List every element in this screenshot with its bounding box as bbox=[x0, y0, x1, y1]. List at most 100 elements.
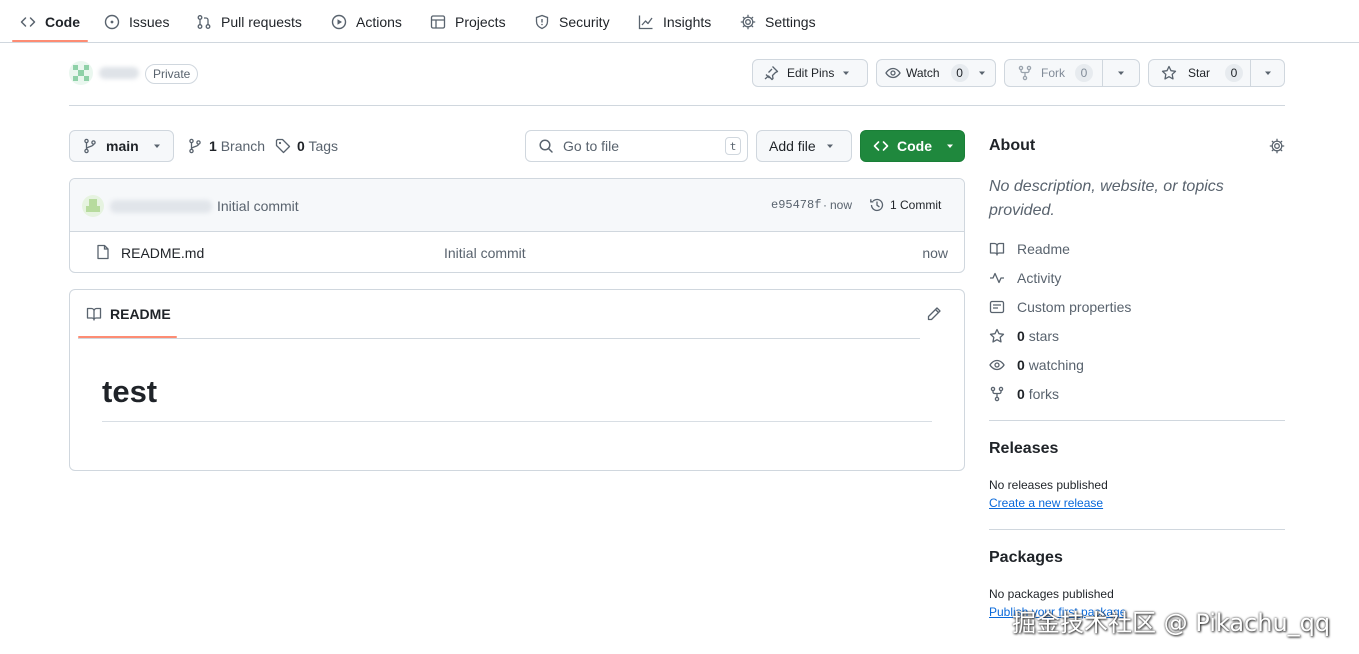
tab-label: Actions bbox=[356, 13, 402, 30]
readme-tab[interactable]: README bbox=[86, 306, 171, 322]
latest-commit-bar: Initial commit e95478f · now 1 Commit bbox=[70, 179, 964, 232]
tab-actions[interactable]: Actions bbox=[331, 0, 402, 43]
search-placeholder: Go to file bbox=[563, 138, 620, 154]
go-to-file-search[interactable]: Go to file t bbox=[525, 130, 748, 162]
committer-avatar[interactable] bbox=[82, 195, 104, 217]
star-button[interactable]: Star 0 bbox=[1149, 64, 1250, 82]
file-name-link[interactable]: README.md bbox=[121, 245, 204, 261]
watermark-text: 掘金技术社区 @ Pikachu_qq bbox=[1012, 609, 1331, 637]
pencil-icon[interactable] bbox=[926, 306, 942, 322]
add-file-button[interactable]: Add file bbox=[756, 130, 852, 162]
file-row: README.md Initial commit now bbox=[70, 233, 964, 272]
book-icon bbox=[989, 241, 1005, 257]
tab-label: Issues bbox=[129, 13, 170, 30]
about-description: No description, website, or topics provi… bbox=[989, 178, 1224, 219]
sidebar-item-stars[interactable]: 0 stars bbox=[989, 326, 1059, 346]
pin-icon bbox=[763, 65, 779, 81]
issue-opened-icon bbox=[104, 14, 120, 30]
git-pull-request-icon bbox=[196, 14, 212, 30]
commit-time: now bbox=[830, 198, 853, 212]
watching-count: 0 bbox=[1017, 357, 1025, 373]
repo-forked-icon bbox=[989, 386, 1005, 402]
tag-icon bbox=[275, 138, 291, 154]
tab-label: Projects bbox=[455, 13, 506, 30]
packages-title[interactable]: Packages bbox=[989, 549, 1063, 567]
tags-label: Tags bbox=[308, 138, 339, 154]
note-icon bbox=[989, 299, 1005, 315]
commit-hash[interactable]: e95478f bbox=[771, 198, 821, 212]
sidebar-item-label: stars bbox=[1028, 328, 1060, 344]
sidebar-item-custom-properties[interactable]: Custom properties bbox=[989, 297, 1131, 317]
committer-name-redacted[interactable] bbox=[110, 200, 212, 213]
repo-name-redacted[interactable] bbox=[99, 67, 139, 79]
releases-title[interactable]: Releases bbox=[989, 440, 1058, 458]
sidebar-item-label: forks bbox=[1028, 386, 1060, 402]
chevron-down-icon bbox=[153, 142, 161, 150]
sidebar-item-activity[interactable]: Activity bbox=[989, 268, 1061, 288]
fork-dropdown[interactable] bbox=[1103, 60, 1139, 86]
sidebar-item-forks[interactable]: 0 forks bbox=[989, 384, 1059, 404]
chevron-down-icon bbox=[978, 69, 986, 77]
sidebar-item-label: Custom properties bbox=[1017, 299, 1132, 315]
eye-icon bbox=[989, 357, 1005, 373]
file-commit-message[interactable]: Initial commit bbox=[444, 245, 526, 261]
sidebar-item-readme[interactable]: Readme bbox=[989, 239, 1070, 259]
git-branch-icon bbox=[82, 138, 98, 154]
watch-button[interactable]: Watch 0 bbox=[877, 64, 969, 82]
file-commit-time: now bbox=[922, 245, 948, 261]
tags-link[interactable]: 0 Tags bbox=[275, 136, 338, 156]
tab-label: Insights bbox=[663, 13, 712, 30]
tab-settings[interactable]: Settings bbox=[740, 0, 816, 43]
chevron-down-icon bbox=[826, 142, 834, 150]
visibility-badge: Private bbox=[145, 64, 199, 84]
play-icon bbox=[331, 14, 347, 30]
sidebar-divider bbox=[989, 420, 1285, 421]
watch-dropdown[interactable] bbox=[969, 60, 995, 86]
eye-icon bbox=[885, 65, 901, 81]
branch-selector[interactable]: main bbox=[69, 130, 174, 162]
code-button[interactable]: Code bbox=[860, 130, 965, 162]
branches-label: Branch bbox=[220, 138, 266, 154]
tab-issues[interactable]: Issues bbox=[104, 0, 169, 43]
chevron-down-icon bbox=[946, 142, 954, 150]
tab-security[interactable]: Security bbox=[534, 0, 610, 43]
branches-link[interactable]: 1 Branch bbox=[187, 136, 265, 156]
search-icon bbox=[538, 138, 554, 154]
readme-tab-label: README bbox=[110, 306, 171, 322]
create-release-link[interactable]: Create a new release bbox=[989, 496, 1103, 510]
keyboard-shortcut: t bbox=[725, 137, 741, 155]
owner-avatar[interactable] bbox=[69, 61, 93, 85]
file-browser: Initial commit e95478f · now 1 Commit RE… bbox=[69, 178, 965, 273]
book-icon bbox=[86, 306, 102, 322]
branches-count: 1 bbox=[209, 138, 217, 154]
releases-empty-text: No releases published bbox=[989, 478, 1108, 492]
commit-message[interactable]: Initial commit bbox=[217, 198, 299, 214]
tab-insights[interactable]: Insights bbox=[638, 0, 711, 43]
edit-pins-button[interactable]: Edit Pins bbox=[752, 59, 868, 87]
edit-pins-label: Edit Pins bbox=[787, 66, 835, 80]
pulse-icon bbox=[989, 270, 1005, 286]
tab-label: Code bbox=[45, 13, 80, 30]
code-icon bbox=[20, 14, 36, 30]
history-icon bbox=[869, 197, 885, 213]
star-count: 0 bbox=[1225, 64, 1244, 82]
watch-label: Watch bbox=[906, 66, 940, 80]
watch-button-group: Watch 0 bbox=[876, 59, 996, 87]
tab-projects[interactable]: Projects bbox=[430, 0, 506, 43]
readme-heading: test bbox=[102, 374, 158, 409]
gear-icon[interactable] bbox=[1269, 138, 1285, 154]
fork-button[interactable]: Fork 0 bbox=[1005, 64, 1102, 82]
commits-history-link[interactable]: 1 Commit bbox=[869, 197, 941, 213]
star-dropdown[interactable] bbox=[1251, 60, 1284, 86]
tab-code[interactable]: Code bbox=[20, 0, 80, 43]
repo-tab-nav: Code Issues Pull requests Actions Projec… bbox=[0, 0, 1359, 43]
tab-pull-requests[interactable]: Pull requests bbox=[196, 0, 302, 43]
active-tab-indicator bbox=[12, 40, 88, 42]
fork-count: 0 bbox=[1075, 64, 1093, 82]
sidebar-item-label: watching bbox=[1028, 357, 1084, 373]
sidebar-item-watching[interactable]: 0 watching bbox=[989, 355, 1084, 375]
tags-count: 0 bbox=[297, 138, 305, 154]
sidebar-item-label: Readme bbox=[1017, 241, 1070, 257]
tab-label: Pull requests bbox=[221, 13, 302, 30]
commits-count-label: 1 Commit bbox=[890, 198, 942, 212]
